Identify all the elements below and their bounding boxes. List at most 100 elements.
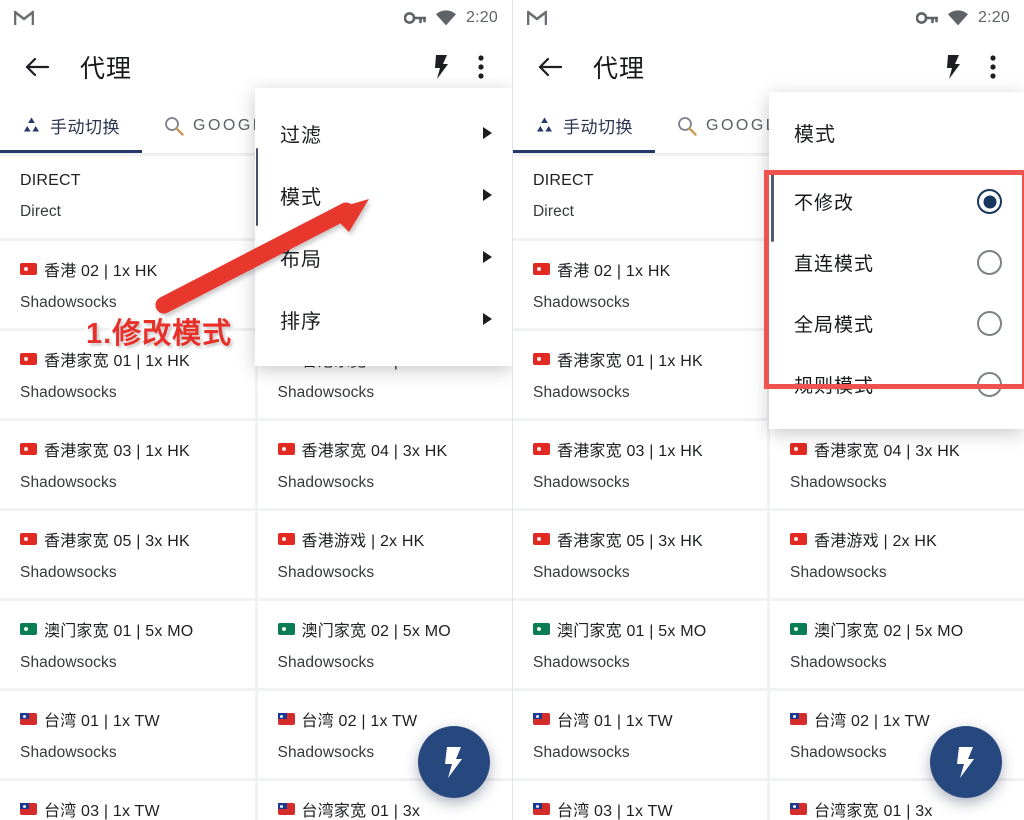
flag-icon-tw bbox=[20, 713, 37, 725]
app-bar: 代理 bbox=[513, 36, 1024, 98]
server-protocol: Shadowsocks bbox=[20, 654, 117, 671]
radio-button-selected[interactable] bbox=[977, 189, 1002, 214]
server-card[interactable]: 香港家宽 03 | 1x HK Shadowsocks bbox=[0, 421, 255, 508]
more-vertical-icon[interactable] bbox=[980, 54, 1006, 80]
server-card[interactable]: 台湾 01 | 1x TW Shadowsocks bbox=[0, 691, 255, 778]
back-arrow-icon[interactable] bbox=[24, 56, 50, 78]
server-card-title-row: 台湾 03 | 1x TW bbox=[20, 797, 237, 820]
mode-option-label: 不修改 bbox=[794, 193, 855, 214]
wifi-icon bbox=[435, 10, 457, 26]
server-card-title-row: 香港家宽 04 | 3x HK bbox=[277, 437, 495, 461]
server-card[interactable]: 澳门家宽 02 | 5x MO Shadowsocks bbox=[257, 601, 512, 688]
gmail-m-icon bbox=[526, 10, 548, 26]
flag-icon-tw bbox=[790, 713, 807, 725]
server-name: 台湾 03 | 1x TW bbox=[44, 803, 160, 820]
flag-icon-hk bbox=[20, 263, 37, 275]
bolt-icon[interactable] bbox=[935, 54, 972, 80]
radio-button[interactable] bbox=[977, 372, 1002, 397]
server-card[interactable]: 台湾 01 | 1x TW Shadowsocks bbox=[513, 691, 767, 778]
mode-option-label: 全局模式 bbox=[794, 315, 875, 336]
tab-manual-switch[interactable]: 手动切换 bbox=[0, 98, 142, 153]
panel-left: 2:20 代理 手动切换 GOOGLE DIRECT Direct 香港 02 … bbox=[0, 0, 512, 820]
flag-icon-hk bbox=[277, 443, 295, 455]
server-name: 香港家宽 03 | 1x HK bbox=[557, 443, 703, 460]
server-name: 澳门家宽 02 | 5x MO bbox=[814, 623, 964, 640]
menu-item-sort[interactable]: 排序 bbox=[255, 288, 512, 350]
screenshot-root: 2:20 代理 手动切换 GOOGLE DIRECT Direct 香港 02 … bbox=[0, 0, 1024, 820]
server-protocol: Shadowsocks bbox=[20, 384, 117, 401]
server-card[interactable]: 澳门家宽 01 | 5x MO Shadowsocks bbox=[513, 601, 767, 688]
server-card-title-row: 澳门家宽 01 | 5x MO bbox=[20, 617, 237, 641]
overflow-menu[interactable]: 过滤 模式 布局 排序 bbox=[255, 88, 512, 366]
menu-item-label: 布局 bbox=[280, 248, 322, 271]
menu-scrollbar[interactable] bbox=[256, 148, 258, 226]
mode-option-no-change[interactable]: 不修改 bbox=[769, 171, 1024, 232]
flag-icon-tw bbox=[277, 803, 295, 815]
wifi-icon bbox=[947, 10, 969, 26]
annotation-caption: 1.修改模式 bbox=[83, 315, 234, 353]
server-name: 香港家宽 05 | 3x HK bbox=[557, 533, 703, 550]
server-card[interactable]: 香港家宽 05 | 3x HK Shadowsocks bbox=[0, 511, 255, 598]
recycle-icon bbox=[535, 116, 554, 135]
vpn-key-icon bbox=[915, 11, 939, 25]
radio-button[interactable] bbox=[977, 311, 1002, 336]
server-card[interactable]: 香港游戏 | 2x HK Shadowsocks bbox=[770, 511, 1024, 598]
server-card[interactable]: 香港家宽 04 | 3x HK Shadowsocks bbox=[770, 421, 1024, 508]
server-name: 香港 02 | 1x HK bbox=[557, 263, 671, 280]
server-card[interactable]: 澳门家宽 02 | 5x MO Shadowsocks bbox=[770, 601, 1024, 688]
menu-item-mode[interactable]: 模式 bbox=[255, 164, 512, 226]
menu-item-filter[interactable]: 过滤 bbox=[255, 102, 512, 164]
chevron-right-icon bbox=[483, 313, 492, 325]
page-title: 代理 bbox=[80, 55, 133, 83]
server-card-title-row: 香港家宽 01 | 1x HK bbox=[533, 347, 749, 371]
server-card[interactable]: 台湾 03 | 1x TWShadowsocks bbox=[0, 781, 255, 820]
tab-label: 手动切换 bbox=[50, 118, 120, 137]
vpn-key-icon bbox=[403, 11, 427, 25]
status-bar-notifications bbox=[526, 10, 548, 26]
server-name: 台湾 03 | 1x TW bbox=[557, 803, 673, 820]
server-card[interactable]: 香港家宽 05 | 3x HK Shadowsocks bbox=[513, 511, 767, 598]
server-card[interactable]: 香港游戏 | 2x HK Shadowsocks bbox=[257, 511, 512, 598]
mode-option-direct[interactable]: 直连模式 bbox=[769, 232, 1024, 293]
flag-icon-hk bbox=[790, 533, 807, 545]
more-vertical-icon[interactable] bbox=[468, 54, 494, 80]
bolt-icon bbox=[955, 746, 977, 779]
bolt-icon[interactable] bbox=[423, 54, 460, 80]
back-arrow-icon[interactable] bbox=[537, 56, 563, 78]
server-card[interactable]: 台湾 03 | 1x TWShadowsocks bbox=[513, 781, 767, 820]
quick-connect-fab[interactable] bbox=[418, 726, 490, 798]
recycle-icon bbox=[22, 116, 41, 135]
flag-icon-hk bbox=[20, 443, 37, 455]
server-card[interactable]: 香港家宽 03 | 1x HK Shadowsocks bbox=[513, 421, 767, 508]
server-card-title-row: 香港家宽 04 | 3x HK bbox=[790, 437, 1006, 461]
radio-button[interactable] bbox=[977, 250, 1002, 275]
flag-icon-tw bbox=[533, 713, 550, 725]
server-card[interactable]: 香港家宽 01 | 1x HK Shadowsocks bbox=[513, 331, 767, 418]
server-protocol: Shadowsocks bbox=[533, 744, 630, 761]
mode-option-global[interactable]: 全局模式 bbox=[769, 293, 1024, 354]
server-card[interactable]: 澳门家宽 01 | 5x MO Shadowsocks bbox=[0, 601, 255, 688]
server-name: 香港家宽 05 | 3x HK bbox=[44, 533, 190, 550]
bolt-icon bbox=[443, 746, 465, 779]
flag-icon-hk bbox=[533, 533, 550, 545]
mode-dialog[interactable]: 模式 不修改 直连模式 全局模式 规则模式 bbox=[769, 92, 1024, 429]
flag-icon-hk bbox=[533, 263, 550, 275]
server-card-title-row: 台湾家宽 01 | 3x bbox=[277, 797, 495, 820]
tab-manual-switch[interactable]: 手动切换 bbox=[513, 98, 655, 153]
quick-connect-fab[interactable] bbox=[930, 726, 1002, 798]
server-card[interactable]: 香港家宽 04 | 3x HK Shadowsocks bbox=[257, 421, 512, 508]
server-protocol: Shadowsocks bbox=[20, 564, 117, 581]
server-name: 台湾 01 | 1x TW bbox=[44, 713, 160, 730]
status-bar-system-icons: 2:20 bbox=[915, 9, 1010, 27]
flag-icon-hk bbox=[533, 443, 550, 455]
menu-item-layout[interactable]: 布局 bbox=[255, 226, 512, 288]
mode-option-rule[interactable]: 规则模式 bbox=[769, 354, 1024, 415]
dialog-scrollbar[interactable] bbox=[771, 170, 774, 242]
mode-dialog-title: 模式 bbox=[794, 124, 836, 146]
status-bar-notifications bbox=[13, 10, 35, 26]
flag-icon-hk bbox=[20, 353, 37, 365]
status-bar-clock: 2:20 bbox=[466, 9, 498, 26]
status-bar-system-icons: 2:20 bbox=[403, 9, 498, 27]
server-name: DIRECT bbox=[20, 172, 81, 189]
server-name: 台湾 02 | 1x TW bbox=[301, 713, 418, 730]
